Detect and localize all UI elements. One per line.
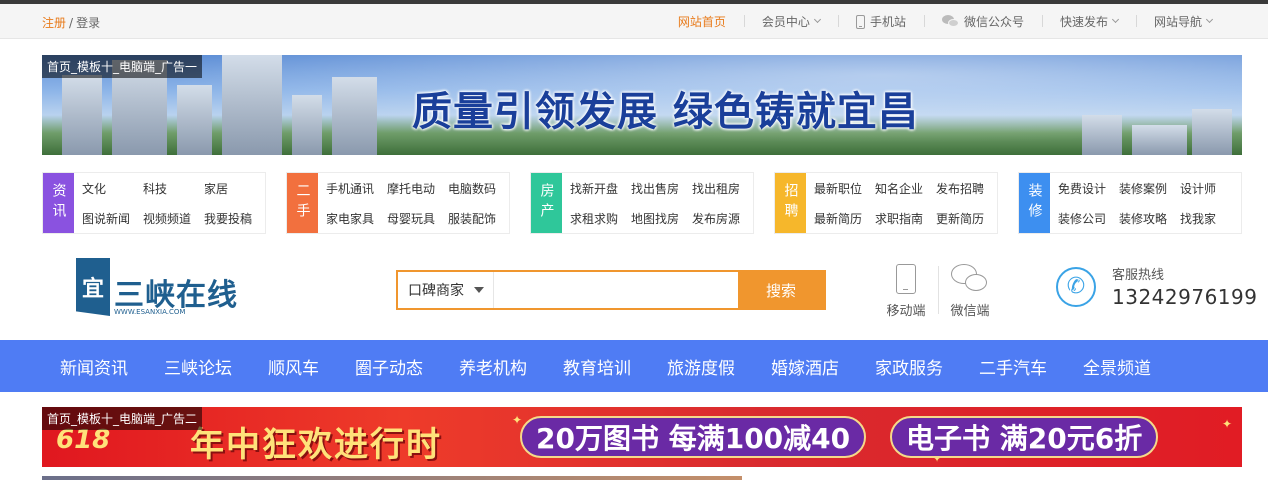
main-nav: 新闻资讯 三峡论坛 顺风车 圈子动态 养老机构 教育培训 旅游度假 婚嫁酒店 家… [0, 340, 1268, 392]
phone-call-icon: ✆ [1056, 266, 1096, 307]
logo-url: WWW.ESANXIA.COM [114, 308, 186, 316]
nav-item[interactable]: 养老机构 [441, 354, 545, 379]
nav-item[interactable]: 新闻资讯 [42, 354, 146, 379]
category-shortcuts: 资讯 文化 科技 家居 图说新闻 视频频道 我要投稿 二手 手机通讯 摩托电动 … [42, 172, 1242, 234]
auth-separator: / [69, 16, 74, 30]
category-link[interactable]: 找我家 [1180, 203, 1241, 233]
auth-links: 注册 / 登录 [42, 14, 100, 31]
hotline-label: 客服热线 [1112, 268, 1165, 283]
ad-label: 首页_模板十_电脑端_广告一 [42, 55, 203, 78]
logo-mark: 宜 [76, 258, 110, 316]
app-links: 移动端 微信端 [874, 262, 1002, 319]
nav-item[interactable]: 顺风车 [250, 354, 337, 379]
wechat-icon [951, 264, 989, 294]
category-link[interactable]: 发布招聘 [936, 173, 997, 203]
ad-promo-ebooks: 电子书 满20元6折 [890, 416, 1159, 458]
top-links: 网站首页 会员中心 手机站 微信公众号 快速发布 网站导航 [660, 4, 1230, 39]
wechat-icon [941, 15, 960, 28]
category-link[interactable]: 求租求购 [570, 203, 631, 233]
search-type-select[interactable]: 口碑商家 [398, 272, 494, 308]
login-link[interactable]: 登录 [76, 16, 100, 30]
search-box: 口碑商家 搜索 [396, 270, 826, 310]
customer-hotline: ✆ 客服热线 13242976199 [1056, 264, 1257, 309]
nav-item[interactable]: 圈子动态 [337, 354, 441, 379]
nav-item[interactable]: 全景频道 [1065, 354, 1169, 379]
chevron-down-icon [813, 15, 821, 24]
ad-headline: 质量引领发展 绿色铸就宜昌 [412, 89, 919, 135]
category-link[interactable]: 知名企业 [875, 173, 936, 203]
phone-icon [855, 14, 865, 29]
category-link[interactable]: 更新简历 [936, 203, 997, 233]
category-link[interactable]: 图说新闻 [82, 203, 143, 233]
dropdown-arrow-icon [474, 287, 484, 293]
category-link[interactable]: 摩托电动 [387, 173, 448, 203]
ad-label: 首页_模板十_电脑端_广告二 [42, 407, 203, 430]
category-link[interactable]: 装修案例 [1119, 173, 1180, 203]
category-tag[interactable]: 资讯 [43, 173, 74, 233]
category-realestate: 房产 找新开盘 找出售房 找出租房 求租求购 地图找房 发布房源 [530, 172, 754, 234]
category-link[interactable]: 家电家具 [326, 203, 387, 233]
category-tag[interactable]: 二手 [287, 173, 318, 233]
category-link[interactable]: 找新开盘 [570, 173, 631, 203]
hotline-number: 13242976199 [1112, 285, 1258, 309]
home-link[interactable]: 网站首页 [660, 13, 744, 30]
search-input[interactable] [494, 272, 738, 308]
category-link[interactable]: 找出售房 [631, 173, 692, 203]
category-link[interactable]: 手机通讯 [326, 173, 387, 203]
chevron-down-icon [1111, 15, 1120, 24]
register-link[interactable]: 注册 [42, 16, 66, 30]
site-logo[interactable]: 宜 三峡在线 WWW.ESANXIA.COM [76, 258, 238, 316]
category-link[interactable]: 最新职位 [814, 173, 875, 203]
category-link[interactable]: 服装配饰 [448, 203, 509, 233]
category-link[interactable]: 电脑数码 [448, 173, 509, 203]
category-link[interactable]: 装修攻略 [1119, 203, 1180, 233]
wechat-account-link[interactable]: 微信公众号 [923, 13, 1042, 30]
category-link[interactable]: 设计师 [1180, 173, 1241, 203]
content-strip [42, 476, 742, 480]
category-link[interactable]: 文化 [82, 173, 143, 203]
category-tag[interactable]: 房产 [531, 173, 562, 233]
category-link[interactable]: 科技 [143, 173, 204, 203]
category-link[interactable]: 求职指南 [875, 203, 936, 233]
ad-banner-bottom[interactable]: 618 年中狂欢进行时 ✦ ✦ ✦ 20万图书 每满100减40 电子书 满20… [42, 407, 1242, 467]
category-link[interactable]: 免费设计 [1058, 173, 1119, 203]
category-link[interactable]: 视频频道 [143, 203, 204, 233]
chevron-down-icon [1205, 15, 1214, 24]
category-decoration: 装修 免费设计 装修案例 设计师 装修公司 装修攻略 找我家 [1018, 172, 1242, 234]
nav-item[interactable]: 三峡论坛 [146, 354, 250, 379]
category-link[interactable]: 我要投稿 [204, 203, 265, 233]
top-bar: 注册 / 登录 网站首页 会员中心 手机站 微信公众号 快速发布 网站导航 [0, 4, 1268, 39]
mobile-app-link[interactable]: 移动端 [874, 262, 938, 319]
ad-promo-books: 20万图书 每满100减40 [520, 416, 867, 458]
nav-item[interactable]: 二手汽车 [961, 354, 1065, 379]
site-nav-menu[interactable]: 网站导航 [1135, 13, 1230, 30]
nav-item[interactable]: 教育培训 [545, 354, 649, 379]
ad-headline: 年中狂欢进行时 [190, 425, 442, 465]
category-link[interactable]: 家居 [204, 173, 265, 203]
category-link[interactable]: 装修公司 [1058, 203, 1119, 233]
category-link[interactable]: 找出租房 [692, 173, 753, 203]
category-link[interactable]: 地图找房 [631, 203, 692, 233]
category-link[interactable]: 最新简历 [814, 203, 875, 233]
nav-item[interactable]: 婚嫁酒店 [753, 354, 857, 379]
category-link[interactable]: 发布房源 [692, 203, 753, 233]
mobile-icon [896, 264, 916, 294]
wechat-app-link[interactable]: 微信端 [938, 262, 1002, 319]
category-jobs: 招聘 最新职位 知名企业 发布招聘 最新简历 求职指南 更新简历 [774, 172, 998, 234]
category-tag[interactable]: 装修 [1019, 173, 1050, 233]
quick-publish-menu[interactable]: 快速发布 [1041, 13, 1136, 30]
member-center-menu[interactable]: 会员中心 [743, 13, 838, 30]
category-news: 资讯 文化 科技 家居 图说新闻 视频频道 我要投稿 [42, 172, 266, 234]
nav-item[interactable]: 旅游度假 [649, 354, 753, 379]
category-secondhand: 二手 手机通讯 摩托电动 电脑数码 家电家具 母婴玩具 服装配饰 [286, 172, 510, 234]
mobile-site-link[interactable]: 手机站 [837, 13, 924, 30]
ad-banner-top[interactable]: 质量引领发展 绿色铸就宜昌 首页_模板十_电脑端_广告一 [42, 55, 1242, 155]
category-link[interactable]: 母婴玩具 [387, 203, 448, 233]
search-button[interactable]: 搜索 [738, 272, 824, 308]
nav-item[interactable]: 家政服务 [857, 354, 961, 379]
category-tag[interactable]: 招聘 [775, 173, 806, 233]
